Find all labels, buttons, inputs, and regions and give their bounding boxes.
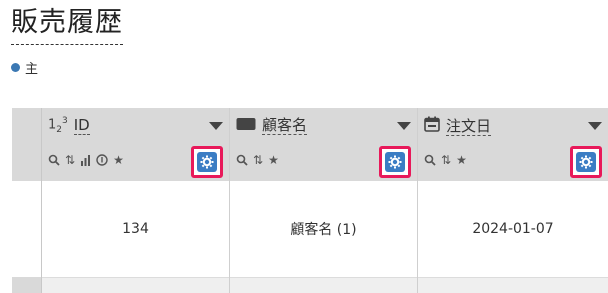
- column-customer-name: 顧客名 ⇅ ★ 顧客名 (1): [230, 108, 418, 293]
- table-row[interactable]: [42, 278, 229, 293]
- column-header: 顧客名 ⇅ ★: [230, 108, 417, 181]
- star-icon[interactable]: ★: [268, 153, 279, 167]
- column-id: 123 ID ⇅ ★ 134: [42, 108, 230, 293]
- table-row[interactable]: [230, 278, 417, 293]
- table-cell[interactable]: 顧客名 (1): [230, 181, 417, 278]
- column-settings-button[interactable]: [379, 146, 411, 178]
- calendar-icon: [424, 116, 440, 136]
- column-label[interactable]: 顧客名: [262, 116, 308, 135]
- data-grid: 123 ID ⇅ ★ 134 顧客名 ⇅ ★ 顧客名 (1) 注文日 ⇅ ★ 2…: [12, 108, 608, 293]
- gear-icon[interactable]: [385, 152, 405, 172]
- column-settings-button[interactable]: [191, 146, 223, 178]
- column-header: 123 ID ⇅ ★: [42, 108, 229, 181]
- column-menu-chevron-icon[interactable]: [397, 122, 411, 130]
- column-header: 注文日 ⇅ ★: [418, 108, 608, 181]
- column-tools: ⇅ ★: [48, 153, 124, 167]
- table-row[interactable]: [418, 278, 608, 293]
- search-icon[interactable]: [48, 153, 60, 167]
- row-header-column: [12, 108, 42, 293]
- table-cell[interactable]: 134: [42, 181, 229, 278]
- search-icon[interactable]: [236, 153, 248, 167]
- column-menu-chevron-icon[interactable]: [209, 122, 223, 130]
- info-circle-icon[interactable]: [96, 153, 108, 167]
- legend-label: 主: [25, 62, 39, 77]
- page-title: 販売履歴: [11, 4, 123, 45]
- gear-icon[interactable]: [576, 152, 596, 172]
- column-tools: ⇅ ★: [424, 153, 467, 167]
- legend-dot-icon: [11, 63, 20, 72]
- column-order-date: 注文日 ⇅ ★ 2024-01-07: [418, 108, 608, 293]
- number-type-icon: 123: [48, 116, 68, 135]
- legend: 主: [11, 58, 38, 77]
- search-icon[interactable]: [424, 153, 436, 167]
- row-header-cell[interactable]: [12, 181, 41, 277]
- column-menu-chevron-icon[interactable]: [588, 122, 602, 130]
- sort-icon[interactable]: ⇅: [65, 153, 75, 167]
- text-type-icon: [236, 117, 256, 135]
- column-label[interactable]: ID: [73, 116, 90, 135]
- column-label[interactable]: 注文日: [446, 117, 492, 136]
- column-settings-button[interactable]: [570, 146, 602, 178]
- column-tools: ⇅ ★: [236, 153, 279, 167]
- gear-icon[interactable]: [197, 152, 217, 172]
- sort-icon[interactable]: ⇅: [253, 153, 263, 167]
- star-icon[interactable]: ★: [456, 153, 467, 167]
- sort-icon[interactable]: ⇅: [441, 153, 451, 167]
- bar-chart-icon[interactable]: [80, 153, 91, 167]
- table-cell[interactable]: 2024-01-07: [418, 181, 608, 278]
- star-icon[interactable]: ★: [113, 153, 124, 167]
